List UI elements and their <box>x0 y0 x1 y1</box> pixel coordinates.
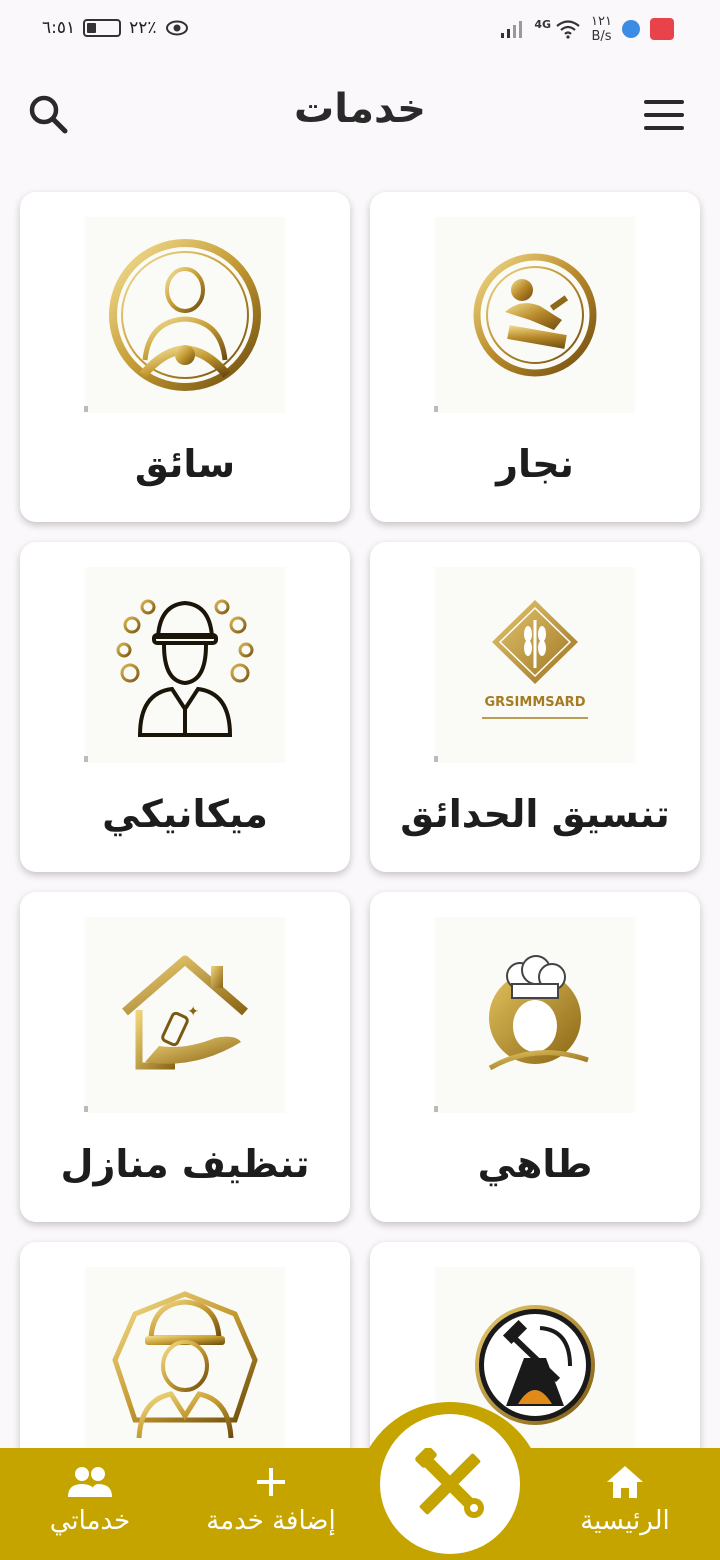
network-type: 4G <box>534 17 552 31</box>
status-right: 4G ١٢١ B/s <box>500 14 674 44</box>
landscaping-logo-text: GRSIMMSARD <box>485 695 586 710</box>
service-label: طاهي <box>477 1142 593 1186</box>
garden-landscaping-icon: GRSIMMSARD <box>482 600 588 719</box>
engineer-image <box>85 1267 285 1463</box>
hamburger-menu-icon <box>644 100 684 104</box>
clock: ٦:٥١ <box>42 18 76 38</box>
sparkle-icon: ✦ <box>187 1004 199 1020</box>
wifi-icon <box>556 20 580 39</box>
signal-icon <box>501 21 523 38</box>
home-icon <box>607 1466 643 1498</box>
carpenter-image <box>435 217 635 413</box>
chef-image <box>435 917 635 1113</box>
nav-add-label: إضافة خدمة <box>206 1506 336 1536</box>
status-left: ٦:٥١ ٢٢٪ <box>42 18 189 38</box>
eye-icon <box>165 20 188 36</box>
nav-add-service[interactable]: إضافة خدمة <box>196 1462 346 1536</box>
service-card-landscaping[interactable]: GRSIMMSARD تنسيق الحدائق <box>370 542 700 872</box>
service-label: تنظيف منازل <box>60 1142 310 1186</box>
chef-icon <box>488 955 589 1071</box>
image-marker <box>434 406 438 412</box>
tools-icon <box>415 1448 484 1518</box>
service-label: ميكانيكي <box>102 792 268 836</box>
service-label: نجار <box>496 442 574 486</box>
service-card-mechanic[interactable]: ميكانيكي <box>20 542 350 872</box>
nav-add-icon-wrap <box>196 1462 346 1502</box>
net-speed: ١٢١ B/s <box>591 14 612 44</box>
net-speed-value: ١٢١ <box>591 14 612 29</box>
driver-image <box>85 217 285 413</box>
service-card-house-cleaning[interactable]: ✦ تنظيف منازل <box>20 892 350 1222</box>
services-fab-button[interactable] <box>380 1414 520 1554</box>
nav-home-label: الرئيسية <box>580 1506 670 1536</box>
net-speed-unit: B/s <box>591 29 612 44</box>
carpenter-icon <box>473 253 597 377</box>
notification-app-icon <box>650 18 674 40</box>
house-cleaning-image: ✦ <box>85 917 285 1113</box>
image-marker <box>84 406 88 412</box>
image-marker <box>84 1106 88 1112</box>
engineer-icon <box>112 1291 258 1439</box>
image-marker <box>434 1106 438 1112</box>
app-bar: خدمات <box>0 60 720 170</box>
image-marker <box>434 756 438 762</box>
service-card-driver[interactable]: سائق <box>20 192 350 522</box>
menu-line <box>644 113 684 117</box>
people-icon <box>68 1467 112 1497</box>
nav-home-icon-wrap <box>570 1462 680 1502</box>
nav-mine-label: خدماتي <box>49 1506 131 1536</box>
status-bar: ٦:٥١ ٢٢٪ 4G ١٢١ B/s <box>0 0 720 60</box>
menu-button[interactable] <box>644 100 684 130</box>
browser-app-icon <box>622 20 640 38</box>
menu-line <box>644 126 684 130</box>
landscaping-image: GRSIMMSARD <box>435 567 635 763</box>
service-card-chef[interactable]: طاهي <box>370 892 700 1222</box>
battery-icon <box>83 19 122 37</box>
image-marker <box>84 756 88 762</box>
nav-mine-icon-wrap <box>40 1462 140 1502</box>
service-card-carpenter[interactable]: نجار <box>370 192 700 522</box>
nav-my-services[interactable]: خدماتي <box>40 1462 140 1536</box>
nav-home[interactable]: الرئيسية <box>570 1462 680 1536</box>
driver-icon <box>109 239 261 391</box>
service-label: تنسيق الحدائق <box>400 792 670 836</box>
mechanic-image <box>85 567 285 763</box>
house-cleaning-icon: ✦ <box>122 955 248 1070</box>
mechanic-icon <box>116 599 254 737</box>
plus-icon <box>257 1468 285 1496</box>
page-title: خدمات <box>294 86 426 132</box>
battery-level: ٢٢٪ <box>129 18 157 38</box>
service-label: سائق <box>134 442 236 486</box>
services-grid: نجار سائق GRSIMMSARD تنسيق الحدائق ميكان… <box>20 192 700 1560</box>
